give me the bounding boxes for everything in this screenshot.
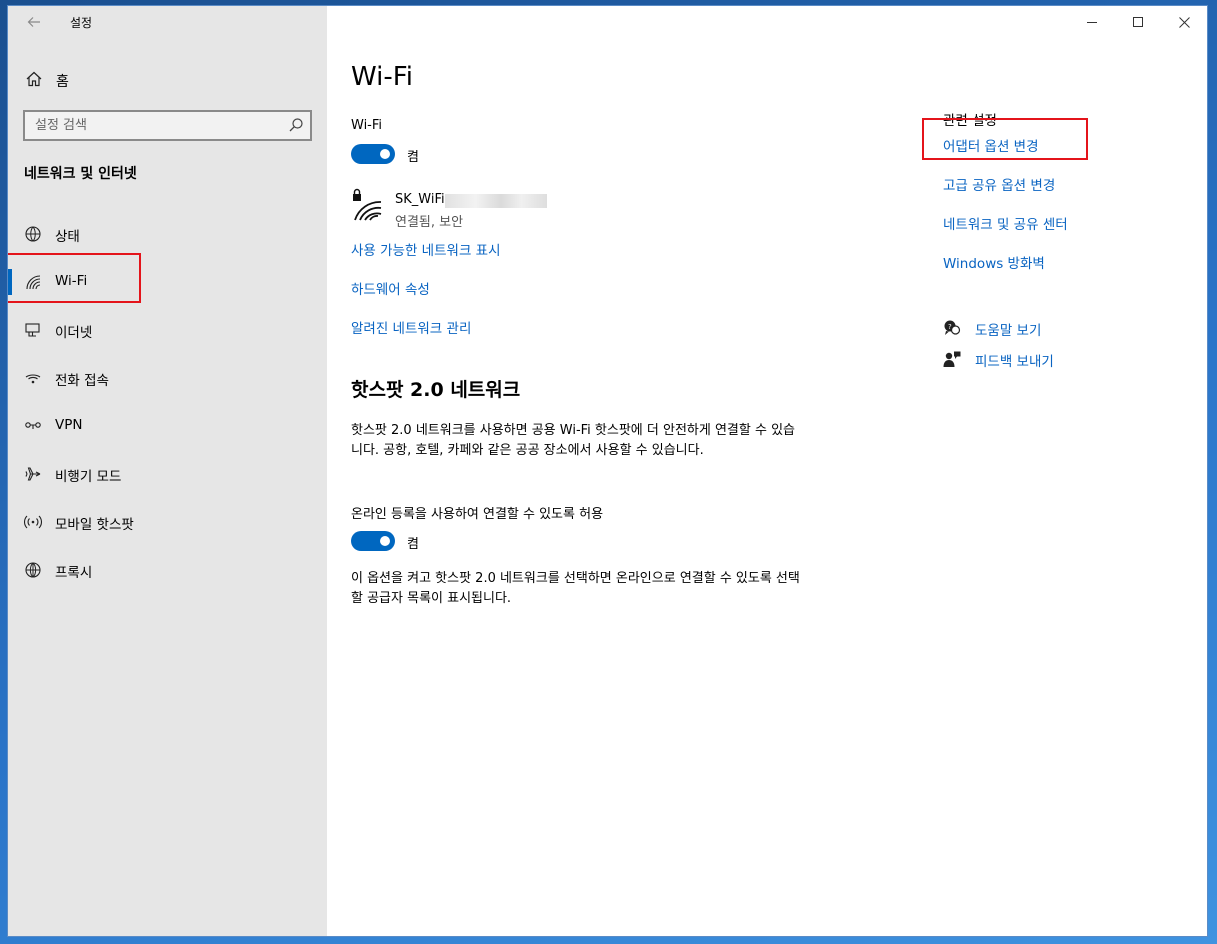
- ethernet-icon: [25, 323, 40, 337]
- sidebar-item-wifi[interactable]: Wi-Fi: [8, 261, 327, 303]
- sidebar-item-label: 상태: [55, 229, 80, 245]
- send-feedback-link[interactable]: 피드백 보내기: [943, 348, 1083, 370]
- sidebar-item-label: 모바일 핫스팟: [55, 517, 134, 533]
- help-label: 도움말 보기: [975, 323, 1042, 339]
- show-available-networks-link[interactable]: 사용 가능한 네트워크 표시: [351, 239, 501, 259]
- close-button[interactable]: [1161, 6, 1207, 38]
- sidebar: 설정 홈 네트워크 및 인터넷 상태: [8, 6, 327, 936]
- sidebar-item-label: 이더넷: [55, 325, 93, 341]
- feedback-label: 피드백 보내기: [975, 354, 1054, 370]
- sidebar-item-label: VPN: [55, 417, 83, 433]
- minimize-icon: [1087, 22, 1097, 23]
- globe-icon: [25, 562, 41, 578]
- sidebar-item-proxy[interactable]: 프록시: [8, 549, 327, 591]
- sidebar-item-label: 전화 접속: [55, 373, 109, 389]
- sidebar-item-label: 프록시: [55, 565, 93, 581]
- help-chat-icon: ?: [944, 320, 961, 335]
- network-name[interactable]: SK_WiFi: [395, 192, 445, 207]
- sidebar-item-label: 홈: [56, 74, 69, 90]
- sidebar-item-mobile-hotspot[interactable]: 모바일 핫스팟: [8, 501, 327, 543]
- hotspot-description: 핫스팟 2.0 네트워크를 사용하면 공용 Wi-Fi 핫스팟에 더 안전하게 …: [351, 423, 795, 458]
- airplane-icon: [25, 467, 41, 481]
- search-icon[interactable]: [288, 117, 304, 133]
- hotspot-note: 이 옵션을 켜고 핫스팟 2.0 네트워크를 선택하면 온라인으로 연결할 수 …: [351, 571, 800, 606]
- sidebar-item-dialup[interactable]: 전화 접속: [8, 357, 327, 399]
- sidebar-item-label: Wi-Fi: [55, 273, 88, 289]
- change-adapter-options-link[interactable]: 어댑터 옵션 변경: [943, 135, 1039, 155]
- back-arrow-icon: [27, 17, 40, 27]
- sidebar-item-label: 비행기 모드: [55, 469, 122, 485]
- related-settings-title: 관련 설정: [943, 113, 997, 129]
- sidebar-item-status[interactable]: 상태: [8, 213, 327, 255]
- hotspot-section-title: 핫스팟 2.0 네트워크: [351, 379, 521, 401]
- wifi-icon: [26, 275, 41, 290]
- back-button[interactable]: [22, 10, 46, 34]
- maximize-icon: [1133, 17, 1143, 27]
- search-box[interactable]: [23, 110, 312, 141]
- windows-firewall-link[interactable]: Windows 방화벽: [943, 252, 1045, 272]
- manage-known-networks-link[interactable]: 알려진 네트워크 관리: [351, 317, 471, 337]
- blurred-network-suffix: [445, 194, 547, 208]
- titlebar: 설정: [8, 6, 327, 38]
- network-status: 연결됨, 보안: [395, 215, 464, 230]
- wifi-label: Wi-Fi: [351, 118, 383, 133]
- search-input[interactable]: [25, 112, 275, 139]
- sidebar-item-ethernet[interactable]: 이더넷: [8, 309, 327, 351]
- settings-window: 설정 홈 네트워크 및 인터넷 상태: [7, 5, 1208, 937]
- maximize-button[interactable]: [1115, 6, 1161, 38]
- wifi-toggle-state: 켬: [407, 150, 419, 165]
- feedback-person-icon: [943, 351, 961, 367]
- selection-indicator: [8, 269, 12, 295]
- online-signup-label: 온라인 등록을 사용하여 연결할 수 있도록 허용: [351, 507, 604, 522]
- wifi-toggle[interactable]: [351, 144, 395, 164]
- hotspot-icon: [24, 515, 42, 529]
- home-icon: [26, 71, 42, 87]
- secured-wifi-icon[interactable]: [351, 188, 383, 224]
- vpn-icon: [25, 422, 41, 429]
- minimize-button[interactable]: [1069, 6, 1115, 38]
- globe-status-icon: [25, 226, 41, 242]
- dialup-icon: [25, 374, 41, 384]
- online-signup-toggle[interactable]: [351, 531, 395, 551]
- advanced-sharing-options-link[interactable]: 고급 공유 옵션 변경: [943, 174, 1055, 194]
- page-title: Wi-Fi: [351, 62, 414, 92]
- app-title: 설정: [70, 16, 93, 30]
- close-icon: [1178, 16, 1190, 28]
- section-title: 네트워크 및 인터넷: [24, 166, 137, 182]
- network-sharing-center-link[interactable]: 네트워크 및 공유 센터: [943, 213, 1068, 233]
- main-content: Wi-Fi Wi-Fi 켬 SK_WiFi 연결됨, 보안 사용 가능한 네트워…: [327, 6, 1207, 936]
- online-signup-toggle-state: 켬: [407, 537, 419, 552]
- svg-text:?: ?: [948, 323, 952, 331]
- hardware-properties-link[interactable]: 하드웨어 속성: [351, 278, 430, 298]
- get-help-link[interactable]: ? 도움말 보기: [943, 317, 1083, 339]
- sidebar-item-home[interactable]: 홈: [8, 64, 327, 96]
- sidebar-item-vpn[interactable]: VPN: [8, 405, 327, 447]
- sidebar-item-airplane[interactable]: 비행기 모드: [8, 453, 327, 495]
